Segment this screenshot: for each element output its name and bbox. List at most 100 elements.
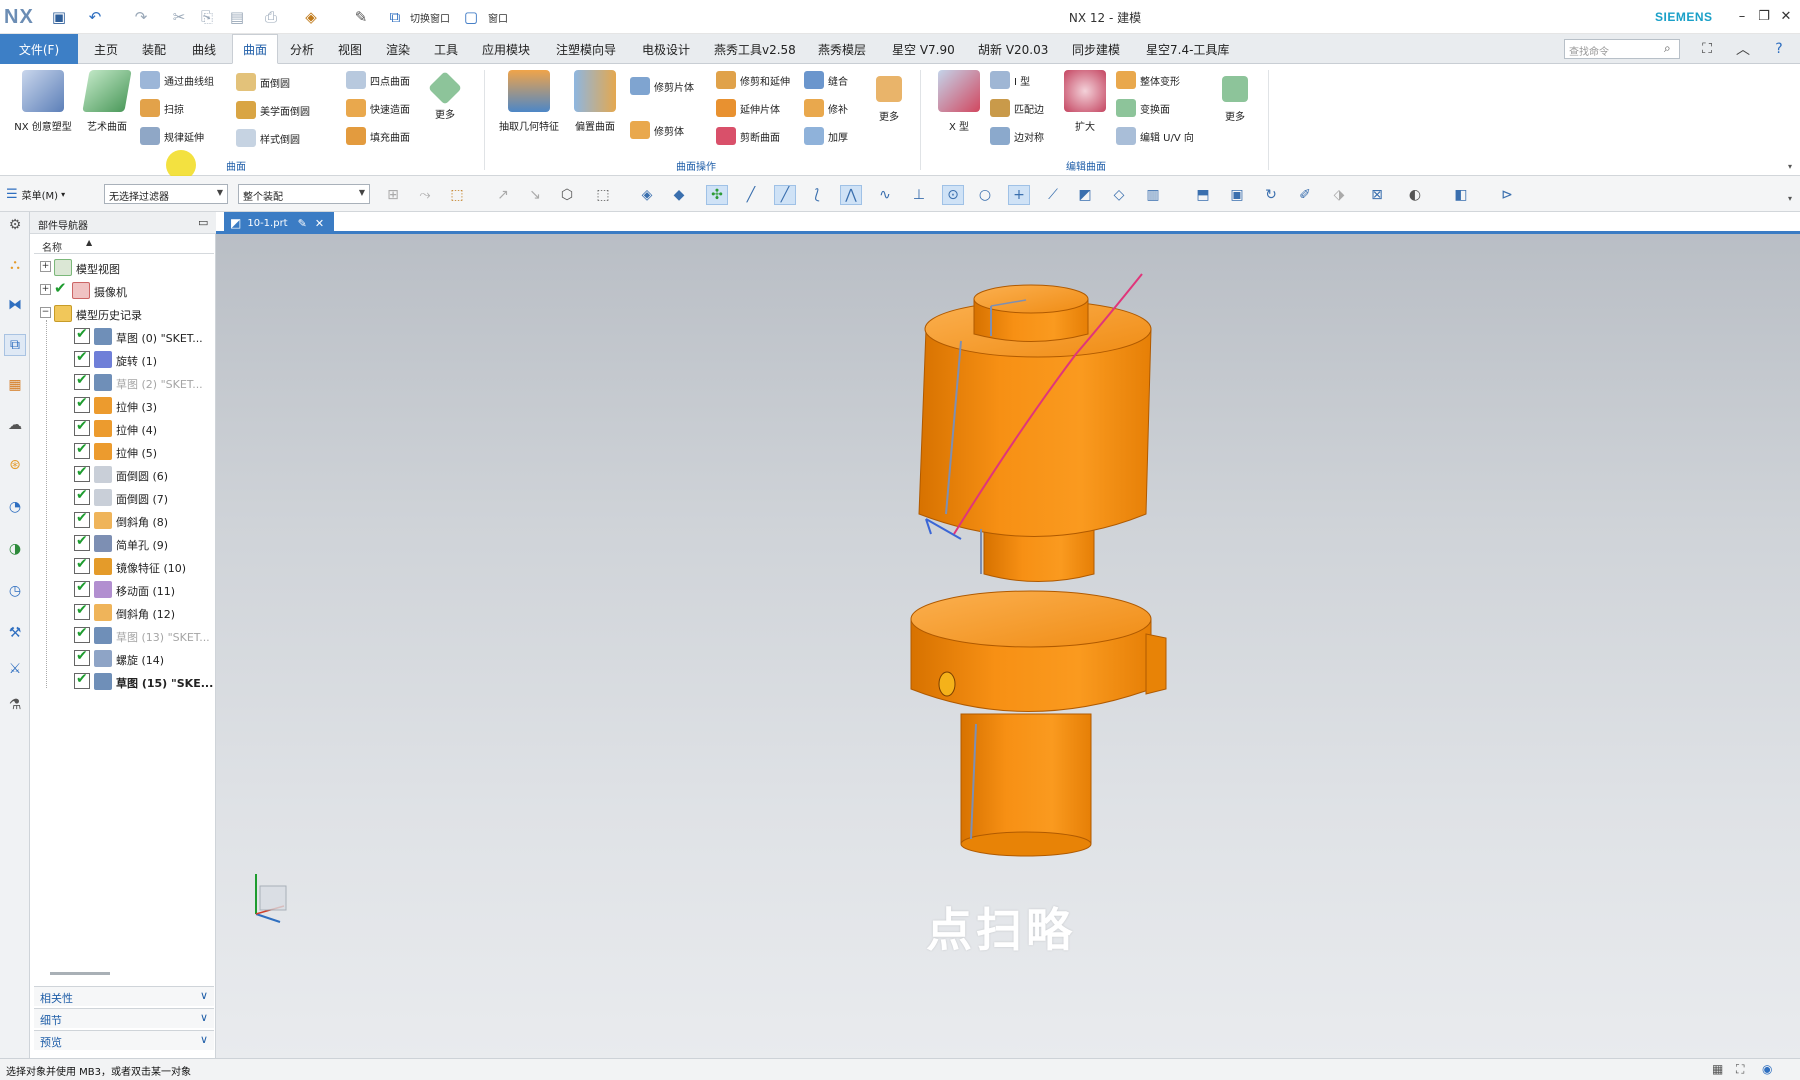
intersection-point-icon[interactable]: ⋀: [840, 185, 862, 205]
suppress-checkbox[interactable]: [74, 487, 90, 505]
tab-mold-wizard[interactable]: 注塑模向导: [550, 34, 622, 64]
thicken-button[interactable]: 加厚: [804, 124, 848, 148]
arc-center-icon[interactable]: ⊙: [942, 185, 964, 205]
feature-row[interactable]: 面倒圆 (6): [34, 463, 214, 486]
tab-electrode[interactable]: 电极设计: [636, 34, 696, 64]
extract-geometry-button[interactable]: 抽取几何特征: [494, 70, 564, 133]
close-icon[interactable]: ✕: [1776, 6, 1796, 26]
constraint-navigator-icon[interactable]: ⧓: [4, 294, 26, 316]
existing-point-icon[interactable]: +: [1008, 185, 1030, 205]
control-point-icon[interactable]: ⟅: [806, 185, 828, 205]
select-solid-icon[interactable]: ◆: [668, 185, 690, 205]
suppress-checkbox[interactable]: [74, 648, 90, 666]
suppress-checkbox[interactable]: [74, 671, 90, 689]
type-filter-select[interactable]: 无选择过滤器 ▼: [104, 184, 228, 204]
tab-surface[interactable]: 曲面: [232, 34, 278, 64]
status-settings-icon[interactable]: ▦: [1712, 1062, 1723, 1076]
feature-row[interactable]: 拉伸 (4): [34, 417, 214, 440]
matching-edge-button[interactable]: 匹配边: [990, 96, 1044, 120]
styled-blend-button[interactable]: 样式倒圆: [236, 126, 300, 150]
select-edge-icon[interactable]: ↘: [524, 185, 546, 205]
copy-icon[interactable]: ⎘: [196, 7, 218, 27]
trim-body-button[interactable]: 修剪体: [630, 118, 684, 142]
tab-assembly[interactable]: 装配: [136, 34, 172, 64]
offset-surface-button[interactable]: 偏置曲面: [560, 70, 630, 133]
zoom-icon[interactable]: ▣: [1226, 185, 1248, 205]
surface-more-button[interactable]: 更多: [420, 70, 470, 121]
feature-row[interactable]: 拉伸 (3): [34, 394, 214, 417]
collapse-ribbon-icon[interactable]: ︿: [1732, 39, 1754, 59]
extend-sheet-button[interactable]: 延伸片体: [716, 96, 780, 120]
details-panel[interactable]: 细节 ∨: [34, 1008, 214, 1028]
pan-icon[interactable]: ✐: [1294, 185, 1316, 205]
hd3d-tools-icon[interactable]: ☁: [4, 414, 26, 436]
suppress-checkbox[interactable]: [74, 533, 90, 551]
transform-face-button[interactable]: 变换面: [1116, 96, 1170, 120]
document-tab[interactable]: ◩ 10-1.prt ✎ ✕: [224, 212, 334, 234]
feature-row[interactable]: 拉伸 (5): [34, 440, 214, 463]
feature-row[interactable]: 草图 (2) "SKET...: [34, 371, 214, 394]
trim-extend-button[interactable]: 修剪和延伸: [716, 68, 790, 92]
full-screen-icon[interactable]: ⛶: [1696, 39, 1718, 59]
tab-analysis[interactable]: 分析: [284, 34, 320, 64]
tab-tools[interactable]: 工具: [428, 34, 464, 64]
expand-icon[interactable]: +: [40, 261, 51, 272]
menu-button[interactable]: ☰ 菜单(M) ▾: [6, 184, 65, 204]
edit-section-icon[interactable]: ⊳: [1496, 185, 1518, 205]
general-select-icon[interactable]: ⬚: [446, 185, 468, 205]
command-search-input[interactable]: 查找命令: [1564, 39, 1680, 59]
redo-icon[interactable]: ↷: [130, 7, 152, 27]
feature-row[interactable]: 螺旋 (14): [34, 647, 214, 670]
feature-row[interactable]: 草图 (13) "SKET...: [34, 624, 214, 647]
edit-uv-direction-button[interactable]: 编辑 U/V 向: [1116, 124, 1194, 148]
law-extension-button[interactable]: 规律延伸: [140, 124, 204, 148]
tree-folder[interactable]: + 模型视图: [34, 256, 214, 279]
tab-application[interactable]: 应用模块: [476, 34, 536, 64]
column-header-name[interactable]: 名称 ▲: [34, 236, 214, 254]
nx-realize-shape-button[interactable]: NX 创意塑型: [8, 70, 78, 133]
fill-surface-button[interactable]: 填充曲面: [346, 124, 410, 148]
suppress-checkbox[interactable]: [74, 326, 90, 344]
cut-icon[interactable]: ✂: [168, 7, 190, 27]
select-curve-icon[interactable]: ↗: [492, 185, 514, 205]
feature-row[interactable]: 面倒圆 (7): [34, 486, 214, 509]
point-on-surface-icon[interactable]: ◩: [1074, 185, 1096, 205]
rapid-surfacing-button[interactable]: 快速造面: [346, 96, 410, 120]
expand-icon[interactable]: +: [40, 284, 51, 295]
quadrant-point-icon[interactable]: ○: [974, 185, 996, 205]
tab-yanxiu-tools[interactable]: 燕秀工具v2.58: [708, 34, 802, 64]
suppress-checkbox[interactable]: [74, 602, 90, 620]
spline-point-icon[interactable]: ∿: [874, 185, 896, 205]
x-form-button[interactable]: X 型: [924, 70, 994, 133]
fit-view-icon[interactable]: ⬒: [1192, 185, 1214, 205]
suppress-checkbox[interactable]: [74, 579, 90, 597]
patch-button[interactable]: 修补: [804, 96, 848, 120]
process-studio-icon[interactable]: ◑: [4, 538, 26, 560]
global-shaping-button[interactable]: 整体变形: [1116, 68, 1180, 92]
sew-button[interactable]: 缝合: [804, 68, 848, 92]
part-navigator-icon[interactable]: ⧉: [4, 334, 26, 356]
tab-view[interactable]: 视图: [332, 34, 368, 64]
snap-point-icon[interactable]: ✣: [706, 185, 728, 205]
switch-window-icon[interactable]: ⧉: [384, 7, 406, 27]
select-group-icon[interactable]: ⊞: [382, 185, 404, 205]
edge-symmetry-button[interactable]: 边对称: [990, 124, 1044, 148]
reuse-library-icon[interactable]: ▦: [4, 374, 26, 396]
roles-icon[interactable]: ⚔: [4, 658, 26, 680]
close-tab-icon[interactable]: ✕: [315, 217, 324, 230]
feature-row[interactable]: 简单孔 (9): [34, 532, 214, 555]
gear-icon[interactable]: ⚙: [4, 214, 26, 236]
tab-home[interactable]: 主页: [88, 34, 124, 64]
tangent-point-icon[interactable]: ⊥: [908, 185, 930, 205]
suppress-checkbox[interactable]: [74, 418, 90, 436]
feature-row[interactable]: 草图 (0) "SKET...: [34, 325, 214, 348]
pole-icon[interactable]: ▥: [1142, 185, 1164, 205]
collapse-icon[interactable]: −: [40, 307, 51, 318]
history-icon[interactable]: ◔: [4, 496, 26, 518]
aesthetic-face-blend-button[interactable]: 美学面倒圆: [236, 98, 310, 122]
selection-scope-select[interactable]: 整个装配 ▼: [238, 184, 370, 204]
ribbon-options-icon[interactable]: ▾: [1788, 162, 1792, 171]
repeat-command-icon[interactable]: ⎙: [260, 7, 282, 27]
suppress-checkbox[interactable]: [74, 372, 90, 390]
suppress-checkbox[interactable]: [74, 625, 90, 643]
